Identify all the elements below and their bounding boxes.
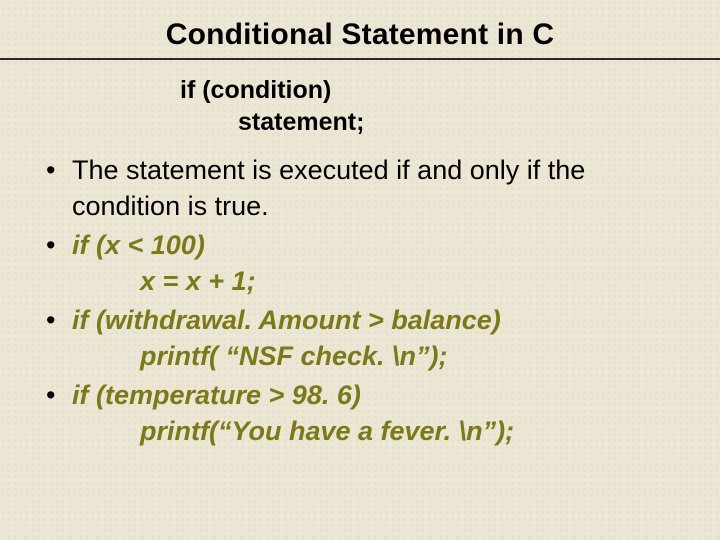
bullet-4-code: if (temperature > 98. 6) [72,380,361,410]
bullet-4-sub: printf(“You have a fever. \n”); [72,413,680,449]
syntax-line-2: statement; [180,106,720,138]
slide: Conditional Statement in C if (condition… [0,0,720,540]
bullet-3: if (withdrawal. Amount > balance) printf… [40,302,680,375]
bullet-3-code: if (withdrawal. Amount > balance) [72,305,501,335]
bullet-2: if (x < 100) x = x + 1; [40,227,680,300]
bullet-3-sub: printf( “NSF check. \n”); [72,338,680,374]
bullet-list: The statement is executed if and only if… [40,152,680,450]
syntax-block: if (condition) statement; [180,74,720,138]
bullet-1-text: The statement is executed if and only if… [72,155,585,221]
bullet-1: The statement is executed if and only if… [40,152,680,225]
divider [0,58,720,60]
bullet-4: if (temperature > 98. 6) printf(“You hav… [40,377,680,450]
slide-title: Conditional Statement in C [0,0,720,58]
bullet-2-sub: x = x + 1; [72,263,680,299]
syntax-line-1: if (condition) [180,74,720,106]
bullet-2-code: if (x < 100) [72,230,205,260]
